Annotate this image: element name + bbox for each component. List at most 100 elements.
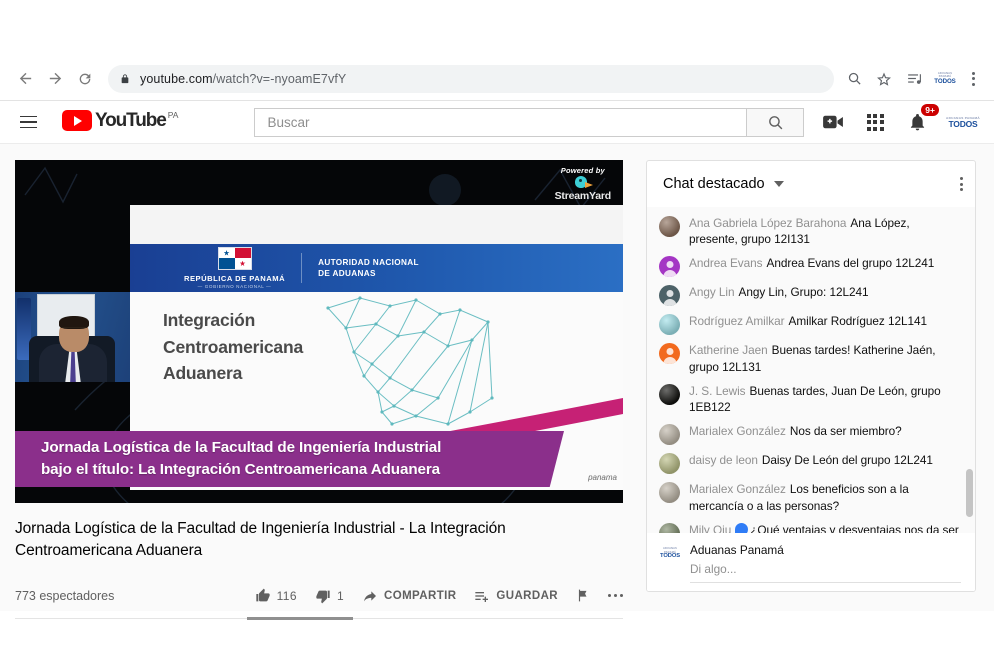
chat-message: Andrea Evans Andrea Evans del grupo 12L24… — [647, 252, 975, 281]
account-avatar[interactable]: ADUANAS PANAMÁ TODOS — [946, 111, 980, 133]
chat-message: Marialex González Nos da ser miembro? — [647, 420, 975, 449]
search-zoom-icon[interactable] — [840, 65, 868, 93]
share-label: COMPARTIR — [384, 589, 457, 602]
chat-author-name[interactable]: Ana Gabriela López Barahona — [689, 216, 846, 230]
chat-author-avatar[interactable] — [659, 314, 680, 335]
speaker-camera-inset — [15, 292, 130, 382]
dislike-count: 1 — [336, 588, 345, 603]
lower-third-text: Jornada Logística de la Facultad de Inge… — [15, 437, 441, 482]
chat-author-avatar[interactable] — [659, 383, 680, 405]
youtube-logo-text: YouTube — [95, 110, 167, 131]
live-chat-panel: Chat destacado Ana Gabriela López Baraho… — [646, 160, 976, 592]
streamyard-powered-text: Powered by — [560, 166, 605, 175]
chat-author-name[interactable]: Rodríguez Amilkar — [689, 314, 785, 328]
playlist-icon[interactable] — [900, 65, 928, 93]
chevron-down-icon[interactable] — [773, 181, 784, 187]
chat-composer: ADUANAS PANAMÁ TODOS Aduanas Panamá Di a… — [647, 533, 975, 591]
share-arrow-icon — [364, 591, 377, 602]
chat-message-text: Katherine Jaen Buenas tardes! Katherine J… — [689, 343, 936, 374]
chat-author-avatar[interactable] — [659, 343, 680, 364]
chat-header: Chat destacado — [647, 161, 975, 207]
browser-profile-avatar[interactable]: ADUANAS PANAMÁ TODOS — [934, 71, 956, 87]
video-player[interactable]: Powered by StreamYard REPÚBLICA DE PANAM… — [15, 160, 623, 503]
chat-message-text: Marialex González Los beneficios son a la… — [689, 482, 909, 513]
chat-author-name[interactable]: Andrea Evans — [689, 256, 763, 270]
video-title: Jornada Logística de la Facultad de Inge… — [15, 520, 506, 560]
chat-author-avatar[interactable] — [659, 453, 680, 474]
search-button[interactable] — [746, 107, 805, 137]
composer-account-name: Aduanas Panamá — [690, 543, 784, 557]
chat-author-avatar[interactable] — [659, 285, 680, 306]
like-count: 116 — [276, 588, 297, 603]
notifications-bell-icon[interactable]: 9+ — [904, 104, 939, 135]
search-input[interactable]: Buscar — [254, 107, 747, 137]
slide-authority-line1: AUTORIDAD NACIONAL — [318, 257, 419, 267]
like-button[interactable]: 116 — [255, 588, 297, 604]
chat-scrollbar[interactable] — [966, 213, 973, 533]
chat-emoji-icon — [735, 522, 749, 533]
slide-title: Integración Centroamericana Aduanera — [163, 307, 303, 387]
chat-author-name[interactable]: Angy Lin — [689, 285, 735, 299]
browser-profile-bottom: TODOS — [934, 77, 956, 85]
chat-message: Ana Gabriela López Barahona Ana López, pr… — [647, 211, 975, 252]
guide-menu-icon[interactable] — [8, 102, 48, 142]
viewer-count: 773 espectadores — [15, 588, 115, 603]
kebab-menu-icon[interactable] — [962, 65, 984, 93]
chat-message-text: J. S. Lewis Buenas tardes, Juan De León, … — [689, 383, 941, 415]
chat-author-avatar[interactable] — [659, 522, 680, 533]
lower-third-line1: Jornada Logística de la Facultad de Inge… — [41, 438, 442, 456]
panama-flag-icon — [217, 246, 252, 270]
save-button[interactable]: GUARDAR — [474, 588, 558, 604]
youtube-country-code: PA — [167, 110, 179, 120]
account-avatar-bottom: TODOS — [948, 118, 978, 129]
thumbs-down-icon — [316, 590, 330, 604]
reload-icon[interactable] — [70, 64, 100, 94]
chat-author-name[interactable]: J. S. Lewis — [689, 384, 746, 398]
chat-author-name[interactable]: Katherine Jaen — [689, 343, 768, 357]
chat-message-text: Marialex González Nos da ser miembro? — [689, 424, 902, 438]
share-button[interactable]: COMPARTIR — [362, 588, 456, 604]
chat-column: Chat destacado Ana Gabriela López Baraho… — [636, 144, 980, 611]
chat-message-list[interactable]: Ana Gabriela López Barahona Ana López, pr… — [647, 207, 975, 533]
save-playlist-icon — [475, 591, 489, 602]
chat-author-name[interactable]: daisy de leon — [689, 453, 758, 467]
chat-kebab-menu-icon[interactable] — [960, 177, 963, 191]
chat-message-text: daisy de leon Daisy De León del grupo 12L… — [689, 453, 933, 467]
report-button[interactable] — [576, 588, 590, 603]
url-text: youtube.com/watch?v=-nyoamE7vfY — [140, 71, 347, 86]
flag-icon — [578, 590, 587, 602]
chat-author-avatar[interactable] — [659, 424, 680, 445]
chat-message: daisy de leon Daisy De León del grupo 12L… — [647, 449, 975, 478]
video-meta-row: 773 espectadores 116 1 COMPARTIR GUARDAR — [15, 577, 623, 620]
chat-mode-label[interactable]: Chat destacado — [663, 176, 765, 192]
chat-author-avatar[interactable] — [659, 256, 680, 277]
chat-author-avatar[interactable] — [659, 482, 680, 503]
slide-title-line2: Centroamericana — [163, 336, 303, 357]
forward-arrow-icon[interactable] — [40, 64, 70, 94]
more-actions-button[interactable] — [608, 594, 623, 598]
slide-title-line1: Integración — [163, 310, 256, 330]
chat-author-name[interactable]: Marialex González — [689, 424, 786, 438]
chat-author-name[interactable]: Mily Qiu — [689, 523, 731, 534]
star-icon[interactable] — [870, 65, 898, 93]
chat-author-name[interactable]: Marialex González — [689, 482, 786, 496]
streamyard-bird-icon — [572, 176, 594, 189]
composer-avatar-bottom: TODOS — [659, 552, 680, 559]
chat-message: Angy Lin Angy Lin, Grupo: 12L241 — [647, 281, 975, 310]
slide-bar-divider — [301, 253, 303, 283]
notifications-badge: 9+ — [921, 104, 939, 116]
chat-message-text: Rodríguez Amilkar Amilkar Rodríguez 12L14… — [689, 314, 928, 328]
back-arrow-icon[interactable] — [10, 64, 40, 94]
youtube-play-icon — [62, 110, 92, 131]
chat-author-avatar[interactable] — [659, 215, 680, 237]
lower-third-line2: bajo el título: La Integración Centroame… — [41, 461, 441, 478]
address-bar[interactable]: youtube.com/watch?v=-nyoamE7vfY — [108, 64, 834, 93]
chat-message-input[interactable]: Di algo... — [690, 562, 961, 583]
video-meta-divider — [15, 616, 623, 620]
dislike-button[interactable]: 1 — [315, 588, 344, 604]
youtube-logo[interactable]: YouTube PA — [62, 110, 178, 134]
create-video-icon[interactable] — [820, 109, 846, 135]
chat-message: Mily Qiu ¿Qué ventajas y desventajas nos … — [647, 518, 975, 533]
youtube-apps-icon[interactable] — [862, 109, 888, 135]
panama-identity-block: REPÚBLICA DE PANAMÁ — GOBIERNO NACIONAL … — [130, 246, 285, 289]
